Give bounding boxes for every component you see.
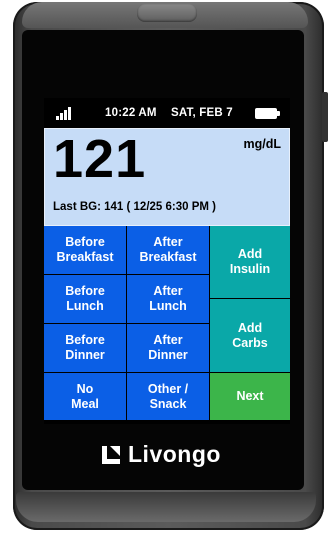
glucose-value: 121 <box>53 129 147 189</box>
signal-strength-icon <box>56 106 76 120</box>
before-lunch-button[interactable]: Before Lunch <box>44 275 126 323</box>
button-label-line2: Dinner <box>148 348 188 362</box>
button-label-line2: Dinner <box>65 348 105 362</box>
power-button[interactable] <box>137 4 197 22</box>
button-label: Next <box>236 389 264 403</box>
battery-icon <box>255 108 280 119</box>
status-bar: 10:22 AM SAT, FEB 7 <box>44 98 290 128</box>
meal-tag-grid: Before Breakfast After Breakfast Add Ins… <box>44 226 290 424</box>
brand-name: Livongo <box>128 441 221 467</box>
status-date: SAT, FEB 7 <box>171 107 233 119</box>
button-label-line1: After <box>153 284 183 298</box>
button-label-line1: Before <box>65 333 105 347</box>
add-carbs-button[interactable]: Add Carbs <box>210 299 290 372</box>
button-label-line1: Before <box>65 284 105 298</box>
brand-logo: Livongo <box>100 441 250 471</box>
after-breakfast-button[interactable]: After Breakfast <box>127 226 209 274</box>
glucose-unit: mg/dL <box>243 137 282 151</box>
after-dinner-button[interactable]: After Dinner <box>127 324 209 372</box>
button-label-line1: Other / <box>147 381 189 396</box>
button-label-line1: Before <box>65 235 105 249</box>
side-button[interactable] <box>322 92 328 142</box>
before-breakfast-button[interactable]: Before Breakfast <box>44 226 126 274</box>
livongo-logo-icon <box>102 446 120 464</box>
add-insulin-button[interactable]: Add Insulin <box>210 226 290 298</box>
status-time: 10:22 AM <box>105 107 157 119</box>
next-button[interactable]: Next <box>210 373 290 420</box>
glucose-reading-panel: 121 mg/dL Last BG: 141 ( 12/25 6:30 PM ) <box>44 128 290 226</box>
button-label-line2: Carbs <box>232 335 268 350</box>
button-label-line2: Breakfast <box>56 250 114 264</box>
button-label-line2: Meal <box>71 396 99 411</box>
button-label-line2: Breakfast <box>139 250 197 264</box>
touch-screen: 10:22 AM SAT, FEB 7 121 mg/dL Last BG: 1… <box>44 98 290 424</box>
button-label-line1: No <box>76 381 94 396</box>
button-label-line2: Lunch <box>66 299 104 313</box>
last-bg-reading: Last BG: 141 ( 12/25 6:30 PM ) <box>53 201 216 213</box>
after-lunch-button[interactable]: After Lunch <box>127 275 209 323</box>
no-meal-button[interactable]: No Meal <box>44 373 126 420</box>
button-label-line1: After <box>153 333 183 347</box>
button-label-line1: Add <box>237 320 263 335</box>
device-bottom-bezel <box>16 492 316 522</box>
before-dinner-button[interactable]: Before Dinner <box>44 324 126 372</box>
button-label-line2: Insulin <box>229 262 271 276</box>
button-label-line2: Lunch <box>149 299 187 313</box>
button-label-line1: Add <box>237 247 263 261</box>
other-snack-button[interactable]: Other / Snack <box>127 373 209 420</box>
button-label-line2: Snack <box>149 396 187 411</box>
button-label-line1: After <box>153 235 183 249</box>
